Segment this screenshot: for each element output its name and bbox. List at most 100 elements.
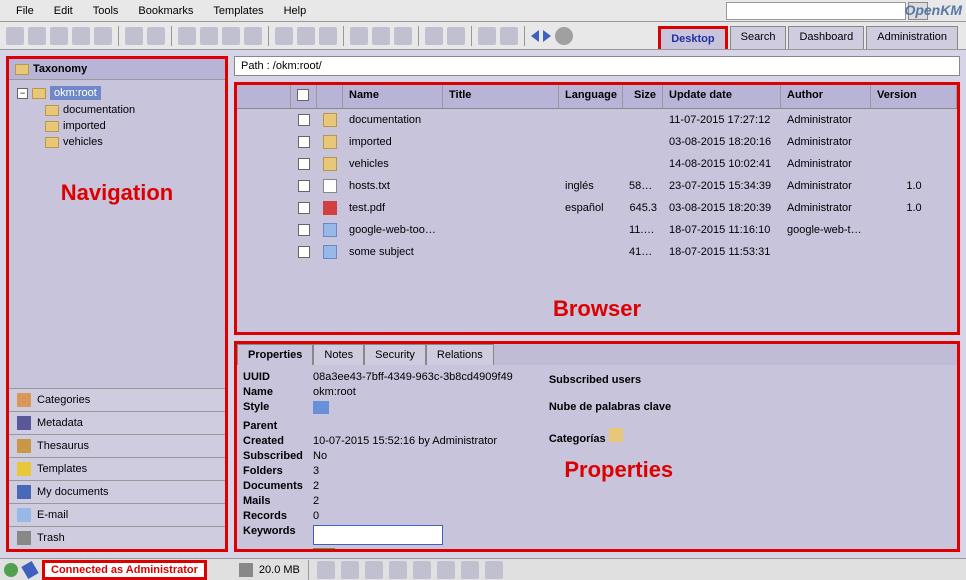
menu-edit[interactable]: Edit	[44, 2, 83, 20]
nav-categories[interactable]: Categories	[9, 388, 225, 411]
cell-update: 11-07-2015 17:27:12	[663, 112, 781, 128]
table-row[interactable]: vehicles14-08-2015 10:02:41Administrator	[237, 153, 957, 175]
table-row[interactable]: imported03-08-2015 18:20:16Administrator	[237, 131, 957, 153]
row-checkbox[interactable]	[298, 224, 310, 236]
add-subscription-icon[interactable]	[372, 27, 390, 45]
status-icon[interactable]	[485, 561, 503, 579]
col-language[interactable]: Language	[559, 85, 623, 108]
tree: − okm:root documentation imported vehicl…	[9, 80, 225, 388]
status-icon[interactable]	[317, 561, 335, 579]
tab-dashboard[interactable]: Dashboard	[788, 26, 864, 49]
print-icon[interactable]	[94, 27, 112, 45]
status-icon[interactable]	[461, 561, 479, 579]
nav-templates[interactable]: Templates	[9, 457, 225, 480]
tab-search[interactable]: Search	[730, 26, 787, 49]
tree-toggle-icon[interactable]: −	[17, 88, 28, 99]
cell-language	[559, 228, 623, 232]
cell-size: 11.8 k	[623, 222, 663, 238]
remove-subscription-icon[interactable]	[394, 27, 412, 45]
scanner-icon[interactable]	[478, 27, 496, 45]
forward-icon[interactable]	[543, 30, 551, 42]
disk-usage: 20.0 MB	[259, 564, 300, 576]
table-row[interactable]: google-web-toolkit - :11.8 k18-07-2015 1…	[237, 219, 957, 241]
tab-notes[interactable]: Notes	[313, 344, 364, 365]
edit-categories-icon[interactable]	[609, 428, 623, 442]
col-title[interactable]: Title	[443, 85, 559, 108]
nav-metadata[interactable]: Metadata	[9, 411, 225, 434]
table-row[interactable]: documentation11-07-2015 17:27:12Administ…	[237, 109, 957, 131]
cell-version	[787, 250, 865, 254]
remove-property-icon[interactable]	[319, 27, 337, 45]
pdf-icon	[323, 201, 337, 215]
status-icon[interactable]	[437, 561, 455, 579]
table-row[interactable]: test.pdfespañol645.303-08-2015 18:20:39A…	[237, 197, 957, 219]
checkout-icon[interactable]	[200, 27, 218, 45]
tree-item[interactable]: documentation	[41, 102, 221, 118]
cell-size: 417 B	[623, 244, 663, 260]
menu-help[interactable]: Help	[274, 2, 317, 20]
cell-size: 589 B	[623, 178, 663, 194]
row-checkbox[interactable]	[298, 246, 310, 258]
tab-relations[interactable]: Relations	[426, 344, 494, 365]
uuid-value: 08a3ee43-7bff-4349-963c-3b8cd4909f49	[313, 371, 513, 383]
tree-item[interactable]: vehicles	[41, 134, 221, 150]
tree-item[interactable]: imported	[41, 118, 221, 134]
taxonomy-header[interactable]: Taxonomy	[9, 59, 225, 80]
menu-templates[interactable]: Templates	[203, 2, 273, 20]
status-icon[interactable]	[413, 561, 431, 579]
delete-icon[interactable]	[275, 27, 293, 45]
tab-security[interactable]: Security	[364, 344, 426, 365]
cell-name: hosts.txt	[343, 178, 443, 194]
col-name[interactable]: Name	[343, 85, 443, 108]
row-checkbox[interactable]	[298, 202, 310, 214]
nav-trash[interactable]: Trash	[9, 526, 225, 549]
col-version[interactable]: Version	[871, 85, 957, 108]
col-size[interactable]: Size	[623, 85, 663, 108]
select-all-checkbox[interactable]	[297, 89, 309, 101]
refresh-icon[interactable]	[425, 27, 443, 45]
status-icon[interactable]	[365, 561, 383, 579]
cell-language	[559, 118, 623, 122]
menu-file[interactable]: File	[6, 2, 44, 20]
start-workflow-icon[interactable]	[350, 27, 368, 45]
row-checkbox[interactable]	[298, 136, 310, 148]
home-icon[interactable]	[447, 27, 465, 45]
table-row[interactable]: hosts.txtinglés589 B23-07-2015 15:34:39A…	[237, 175, 957, 197]
add-property-icon[interactable]	[297, 27, 315, 45]
menu-bookmarks[interactable]: Bookmarks	[128, 2, 203, 20]
row-checkbox[interactable]	[298, 158, 310, 170]
menu-tools[interactable]: Tools	[83, 2, 129, 20]
unlock-icon[interactable]	[147, 27, 165, 45]
col-author[interactable]: Author	[781, 85, 871, 108]
table-row[interactable]: some subject417 B18-07-2015 11:53:31	[237, 241, 957, 263]
upload-icon[interactable]	[178, 27, 196, 45]
cancel-checkout-icon[interactable]	[244, 27, 262, 45]
download-pdf-icon[interactable]	[72, 27, 90, 45]
back-icon[interactable]	[531, 30, 539, 42]
txt-icon	[323, 179, 337, 193]
connection-icon	[4, 563, 18, 577]
checkin-icon[interactable]	[222, 27, 240, 45]
tab-administration[interactable]: Administration	[866, 26, 958, 49]
search-input[interactable]	[726, 2, 906, 20]
row-checkbox[interactable]	[298, 180, 310, 192]
uploader-icon[interactable]	[500, 27, 518, 45]
status-icon[interactable]	[341, 561, 359, 579]
mail-icon	[323, 245, 337, 259]
tree-root[interactable]: − okm:root	[13, 84, 221, 102]
nav-mydocuments[interactable]: My documents	[9, 480, 225, 503]
tree-root-label[interactable]: okm:root	[50, 86, 101, 100]
col-update[interactable]: Update date	[663, 85, 781, 108]
keywords-input[interactable]	[313, 525, 443, 545]
tab-properties[interactable]: Properties	[237, 344, 313, 365]
nav-email[interactable]: E-mail	[9, 503, 225, 526]
download-icon[interactable]	[50, 27, 68, 45]
lock-icon[interactable]	[125, 27, 143, 45]
find-folder-icon[interactable]	[28, 27, 46, 45]
tab-desktop[interactable]: Desktop	[658, 26, 727, 49]
nav-thesaurus[interactable]: Thesaurus	[9, 434, 225, 457]
cell-version	[871, 140, 957, 144]
row-checkbox[interactable]	[298, 114, 310, 126]
new-folder-icon[interactable]	[6, 27, 24, 45]
status-icon[interactable]	[389, 561, 407, 579]
